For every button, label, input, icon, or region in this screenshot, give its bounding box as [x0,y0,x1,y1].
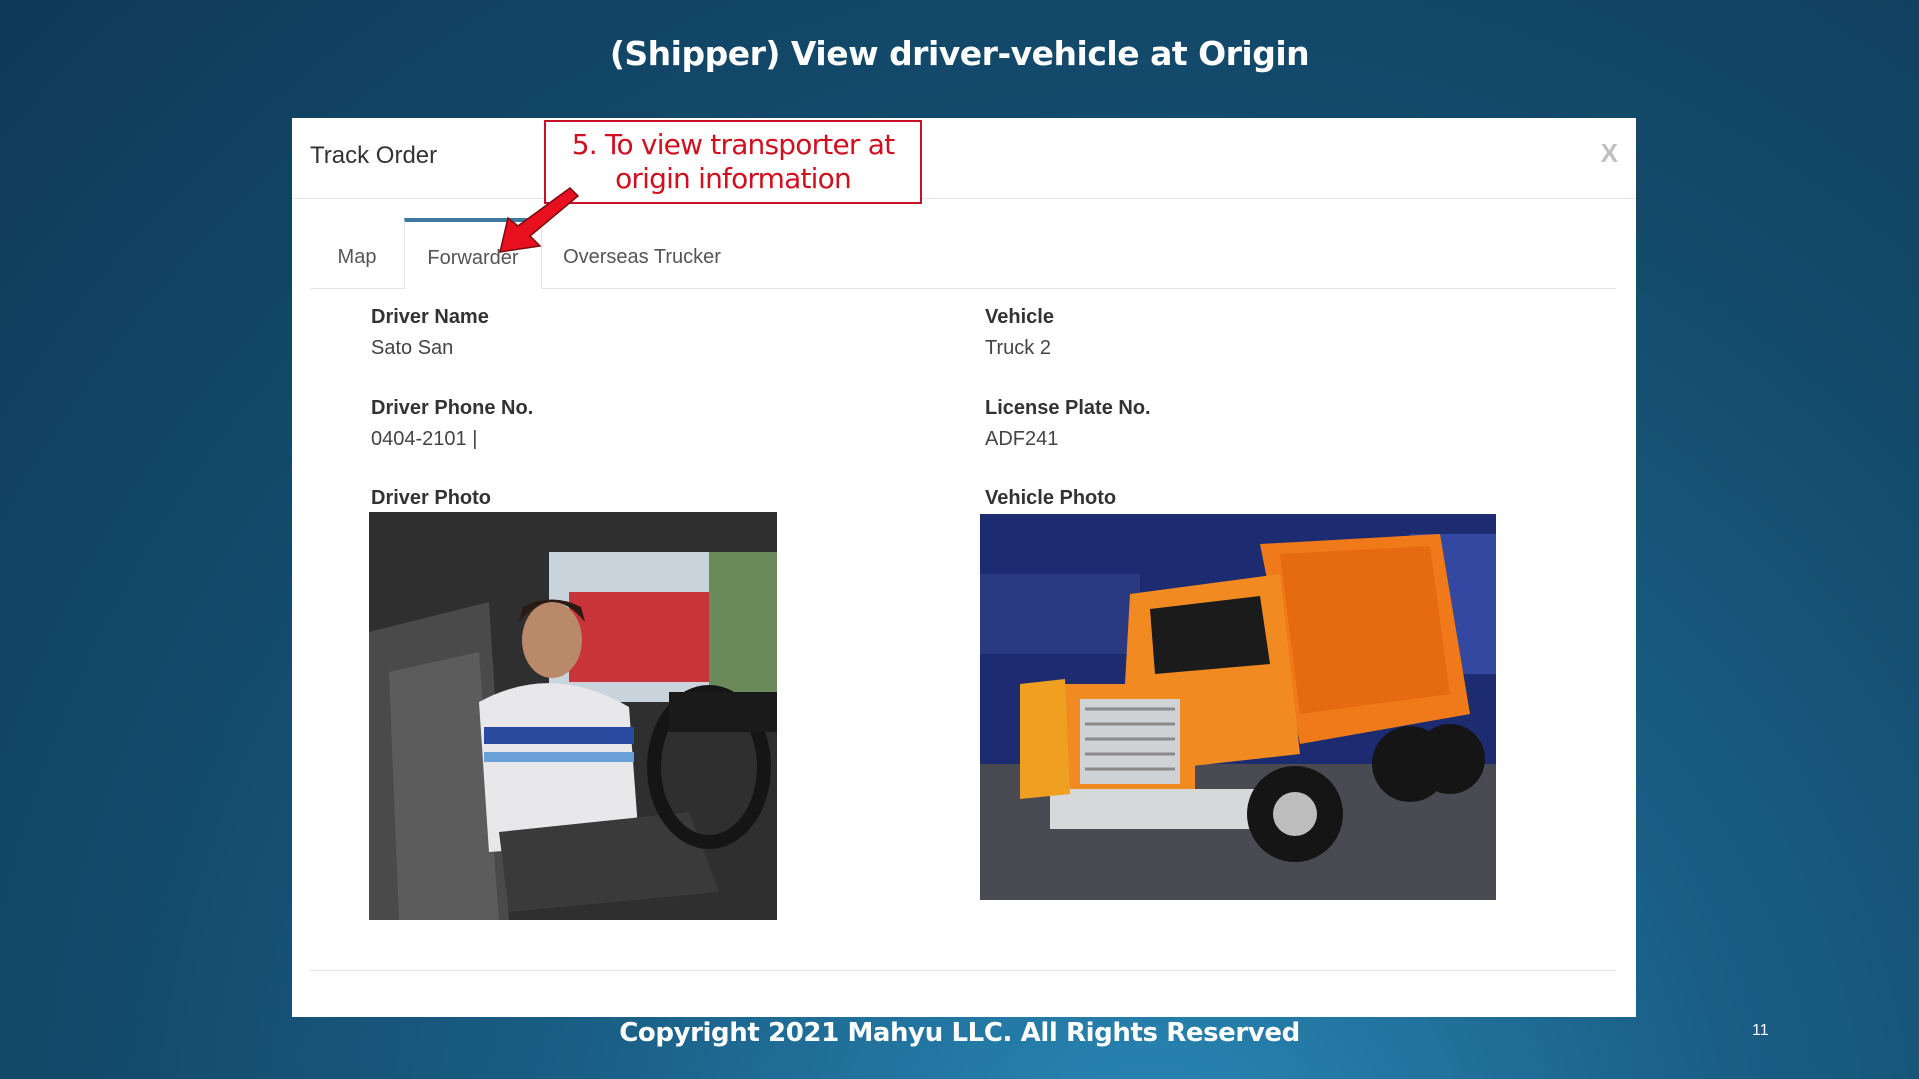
annotation-line-1: 5. To view transporter at [571,128,895,161]
vehicle-value: Truck 2 [985,337,1051,359]
driver-phone-value: 0404-2101 | [371,428,478,450]
tab-map[interactable]: Map [310,218,404,288]
page-number: 11 [1752,1022,1769,1039]
driver-phone-label: Driver Phone No. [371,397,534,419]
driver-photo [369,512,777,920]
vehicle-photo-label: Vehicle Photo [985,487,1117,509]
license-plate-label: License Plate No. [985,397,1151,419]
vehicle-photo-illustration [980,514,1496,900]
vehicle-label: Vehicle [985,306,1054,328]
vehicle-photo [980,514,1496,900]
modal-title: Track Order [310,142,438,169]
copyright-footer: Copyright 2021 Mahyu LLC. All Rights Res… [619,1018,1300,1048]
annotation-callout: 5. To view transporter at origin informa… [544,120,922,204]
license-plate-value: ADF241 [985,428,1059,450]
close-button[interactable]: X [1601,138,1618,169]
annotation-arrow-icon [499,187,580,253]
driver-photo-illustration [369,512,777,920]
driver-name-value: Sato San [371,337,454,359]
slide-title: (Shipper) View driver-vehicle at Origin [609,34,1310,73]
driver-photo-label: Driver Photo [371,487,492,509]
annotation-line-2: origin information [615,162,852,195]
driver-name-label: Driver Name [371,306,489,328]
